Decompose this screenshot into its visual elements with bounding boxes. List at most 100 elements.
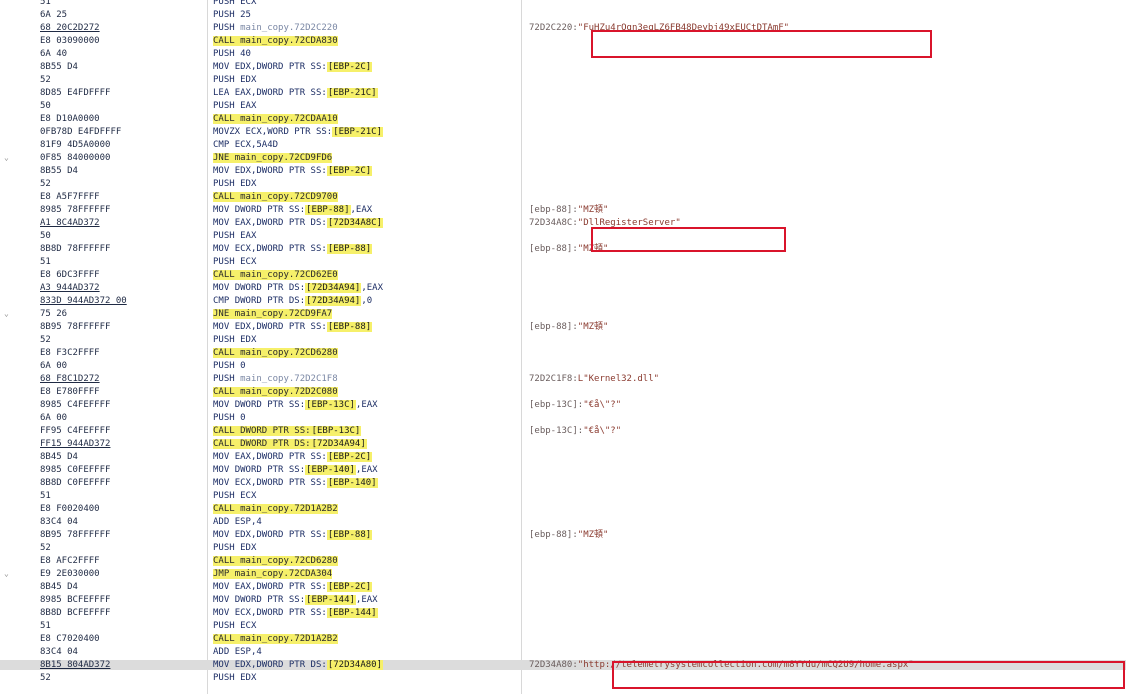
memory-operand: [EBP-2C] <box>326 166 373 176</box>
memory-operand: [72D34A8C] <box>326 218 383 228</box>
instruction-text: PUSH EAX <box>213 231 513 241</box>
memory-operand: [EBP-88] <box>326 322 373 332</box>
instruction-row[interactable]: 8B45 D4 MOV EAX,DWORD PTR SS:[EBP-2C] <box>0 452 1126 462</box>
comment <box>529 582 1124 592</box>
instruction-row[interactable]: 6A 00 PUSH 0 <box>0 413 1126 423</box>
mnemonic: MOV <box>213 400 230 410</box>
instruction-row[interactable]: 8B8D 78FFFFFF MOV ECX,DWORD PTR SS:[EBP-8… <box>0 244 1126 254</box>
instruction-row[interactable]: ⌄ E9 2E030000 JMP main_copy.72CDA304 <box>0 569 1126 579</box>
instruction-bytes: 8B8D C0FEFFFF <box>40 478 111 488</box>
operand: EAX <box>240 231 257 241</box>
instruction-row[interactable]: 8985 C0FEFFFF MOV DWORD PTR SS:[EBP-140],… <box>0 465 1126 475</box>
instruction-row[interactable]: 52 PUSH EDX <box>0 335 1126 345</box>
instruction-row[interactable]: E8 C7020400 CALL main_copy.72D1A2B2 <box>0 634 1126 644</box>
comment <box>529 270 1124 280</box>
instruction-row[interactable]: 8985 C4FEFFFF MOV DWORD PTR SS:[EBP-13C],… <box>0 400 1126 410</box>
operand: DWORD PTR SS: <box>234 465 306 475</box>
instruction-body: PUSH main_copy.72D2C1F8 <box>213 374 338 384</box>
instruction-row[interactable]: 8B8D BCFEFFFF MOV ECX,DWORD PTR SS:[EBP-1… <box>0 608 1126 618</box>
operand: EDX,DWORD PTR DS: <box>234 660 327 670</box>
instruction-row[interactable]: 8B45 D4 MOV EAX,DWORD PTR SS:[EBP-2C] <box>0 582 1126 592</box>
mnemonic: PUSH <box>213 231 235 241</box>
instruction-row[interactable]: 83C4 04 ADD ESP,4 <box>0 517 1126 527</box>
instruction-row[interactable]: 8B95 78FFFFFF MOV EDX,DWORD PTR SS:[EBP-8… <box>0 322 1126 332</box>
comment-string: "MZ頓" <box>577 205 609 215</box>
instruction-row[interactable]: 833D 944AD372 00 CMP DWORD PTR DS:[72D34A… <box>0 296 1126 306</box>
instruction-row[interactable]: A1 8C4AD372 MOV EAX,DWORD PTR DS:[72D34A8… <box>0 218 1126 228</box>
instruction-row[interactable]: 8D85 E4FDFFFF LEA EAX,DWORD PTR SS:[EBP-2… <box>0 88 1126 98</box>
instruction-row[interactable]: 50 PUSH EAX <box>0 101 1126 111</box>
comment <box>529 517 1124 527</box>
instruction-row[interactable]: 51 PUSH ECX <box>0 257 1126 267</box>
instruction-row[interactable]: E8 AFC2FFFF CALL main_copy.72CD6280 <box>0 556 1126 566</box>
instruction-row[interactable]: ⌄ 0F85 84000000 JNE main_copy.72CD9FD6 <box>0 153 1126 163</box>
instruction-row[interactable]: 8B55 D4 MOV EDX,DWORD PTR SS:[EBP-2C] <box>0 166 1126 176</box>
comment <box>529 491 1124 501</box>
instruction-row[interactable]: 0FB78D E4FDFFFF MOVZX ECX,WORD PTR SS:[EB… <box>0 127 1126 137</box>
instruction-row[interactable]: 68 F8C1D272 PUSH main_copy.72D2C1F8 72D2C1… <box>0 374 1126 384</box>
operand: main_copy.72CD6280 <box>240 556 338 566</box>
instruction-bytes: 51 <box>40 257 51 267</box>
operand: EDX <box>240 543 257 553</box>
instruction-row[interactable]: 81F9 4D5A0000 CMP ECX,5A4D <box>0 140 1126 150</box>
instruction-text: PUSH ECX <box>213 257 513 267</box>
instruction-row[interactable]: E8 F3C2FFFF CALL main_copy.72CD6280 <box>0 348 1126 358</box>
instruction-row[interactable]: 51 PUSH ECX <box>0 491 1126 501</box>
instruction-row[interactable]: 8985 BCFEFFFF MOV DWORD PTR SS:[EBP-144],… <box>0 595 1126 605</box>
mnemonic: MOVZX <box>213 127 241 137</box>
instruction-row[interactable]: E8 D10A0000 CALL main_copy.72CDAA10 <box>0 114 1126 124</box>
comment <box>529 153 1124 163</box>
memory-operand: [72D34A80] <box>326 660 383 670</box>
comment <box>529 114 1124 124</box>
instruction-text: MOV ECX,DWORD PTR SS:[EBP-144] <box>213 608 513 618</box>
instruction-row[interactable]: 6A 40 PUSH 40 <box>0 49 1126 59</box>
instruction-row[interactable]: 51 PUSH ECX <box>0 621 1126 631</box>
instruction-bytes: 8B95 78FFFFFF <box>40 530 111 540</box>
instruction-text: MOV EDX,DWORD PTR SS:[EBP-2C] <box>213 62 513 72</box>
operand: main_copy.72D1A2B2 <box>240 634 338 644</box>
instruction-body: MOV EDX,DWORD PTR SS:[EBP-88] <box>213 530 373 540</box>
instruction-row[interactable]: 52 PUSH EDX <box>0 179 1126 189</box>
instruction-row[interactable]: 6A 00 PUSH 0 <box>0 361 1126 371</box>
instruction-row[interactable]: 8B55 D4 MOV EDX,DWORD PTR SS:[EBP-2C] <box>0 62 1126 72</box>
instruction-row[interactable]: 68 20C2D272 PUSH main_copy.72D2C220 72D2C2… <box>0 23 1126 33</box>
instruction-row[interactable]: 8B8D C0FEFFFF MOV ECX,DWORD PTR SS:[EBP-1… <box>0 478 1126 488</box>
instruction-row[interactable]: 8985 78FFFFFF MOV DWORD PTR SS:[EBP-88],E… <box>0 205 1126 215</box>
instruction-row[interactable]: 50 PUSH EAX <box>0 231 1126 241</box>
instruction-row[interactable]: FF15 944AD372 CALL DWORD PTR DS:[72D34A94… <box>0 439 1126 449</box>
instruction-bytes: 8B8D 78FFFFFF <box>40 244 111 254</box>
operand: EAX,DWORD PTR SS: <box>234 88 327 98</box>
instruction-bytes: 52 <box>40 179 51 189</box>
instruction-row[interactable]: A3 944AD372 MOV DWORD PTR DS:[72D34A94],E… <box>0 283 1126 293</box>
operand: main_copy.72D1A2B2 <box>240 504 338 514</box>
instruction-row[interactable]: 52 PUSH EDX <box>0 543 1126 553</box>
memory-operand: [EBP-140] <box>326 478 378 488</box>
operand: main_copy.72CDA304 <box>234 569 333 579</box>
instruction-bytes: E8 F0020400 <box>40 504 100 514</box>
instruction-row[interactable]: E8 03090000 CALL main_copy.72CDA830 <box>0 36 1126 46</box>
instruction-row[interactable]: ⌄ 75 26 JNE main_copy.72CD9FA7 <box>0 309 1126 319</box>
instruction-row[interactable]: FF95 C4FEFFFF CALL DWORD PTR SS:[EBP-13C]… <box>0 426 1126 436</box>
instruction-row[interactable]: E8 A5F7FFFF CALL main_copy.72CD9700 <box>0 192 1126 202</box>
instruction-row[interactable]: 6A 25 PUSH 25 <box>0 10 1126 20</box>
instruction-bytes: 52 <box>40 673 51 683</box>
instruction-row[interactable]: 8B95 78FFFFFF MOV EDX,DWORD PTR SS:[EBP-8… <box>0 530 1126 540</box>
instruction-row[interactable]: E8 6DC3FFFF CALL main_copy.72CD62E0 <box>0 270 1126 280</box>
instruction-row[interactable]: 51 PUSH ECX <box>0 0 1126 7</box>
disassembly-view[interactable]: 51 PUSH ECX 6A 25 PUSH 25 68 20C2D272 PUSH ma… <box>0 0 1126 694</box>
mnemonic: PUSH <box>213 413 235 423</box>
instruction-body: JNE main_copy.72CD9FD6 <box>213 153 333 163</box>
instruction-row[interactable]: 83C4 04 ADD ESP,4 <box>0 647 1126 657</box>
comment-address: 72D34A8C: <box>529 218 578 228</box>
instruction-row[interactable]: E8 E780FFFF CALL main_copy.72D2C080 <box>0 387 1126 397</box>
instruction-bytes: 8985 C0FEFFFF <box>40 465 111 475</box>
instruction-row[interactable]: 52 PUSH EDX <box>0 75 1126 85</box>
instruction-text: CALL main_copy.72D1A2B2 <box>213 504 513 514</box>
instruction-row[interactable]: E8 F0020400 CALL main_copy.72D1A2B2 <box>0 504 1126 514</box>
operand: EAX,DWORD PTR SS: <box>234 582 327 592</box>
instruction-text: MOV EAX,DWORD PTR DS:[72D34A8C] <box>213 218 513 228</box>
instruction-text: PUSH ECX <box>213 621 513 631</box>
instruction-body: PUSH EDX <box>213 335 256 345</box>
instruction-text: PUSH EDX <box>213 543 513 553</box>
instruction-body: PUSH EAX <box>213 101 256 111</box>
